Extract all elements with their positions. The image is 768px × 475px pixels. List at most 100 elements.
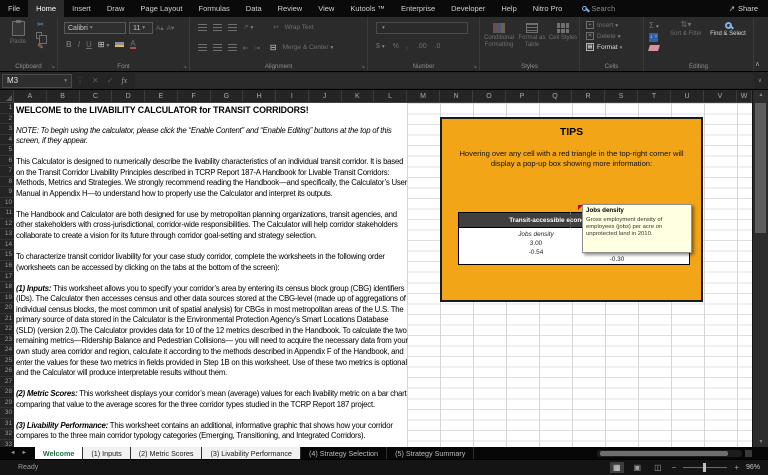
font-dialog-launcher-icon[interactable]: ↘ [183, 64, 187, 70]
row-header-10[interactable]: 10 [0, 198, 14, 209]
row-header-27[interactable]: 27 [0, 377, 14, 388]
column-header-L[interactable]: L [374, 90, 407, 103]
column-header-B[interactable]: B [47, 90, 80, 103]
align-bottom-icon[interactable] [228, 24, 237, 31]
row-header-21[interactable]: 21 [0, 314, 14, 325]
copy-icon[interactable] [36, 32, 42, 39]
percent-style-icon[interactable]: % [393, 43, 399, 50]
ribbon-tab-formulas[interactable]: Formulas [191, 0, 238, 17]
zoom-out-icon[interactable]: − [672, 463, 677, 472]
column-header-F[interactable]: F [178, 90, 211, 103]
row-header-28[interactable]: 28 [0, 387, 14, 398]
ribbon-tab-developer[interactable]: Developer [443, 0, 493, 17]
column-header-S[interactable]: S [605, 90, 638, 103]
row-header-25[interactable]: 25 [0, 356, 14, 367]
font-name-select[interactable]: Calibri [64, 22, 126, 34]
row-header-4[interactable]: 4 [0, 135, 14, 146]
row-header-13[interactable]: 13 [0, 229, 14, 240]
row-header-32[interactable]: 32 [0, 429, 14, 440]
column-header-D[interactable]: D [112, 90, 145, 103]
ribbon-tab-insert[interactable]: Insert [64, 0, 99, 17]
column-header-V[interactable]: V [704, 90, 737, 103]
ribbon-tab-data[interactable]: Data [238, 0, 270, 17]
comma-style-icon[interactable]: , [407, 43, 409, 50]
fill-icon[interactable]: ↓ [649, 33, 658, 42]
borders-icon[interactable]: ⊞ [98, 40, 109, 49]
cut-icon[interactable]: ✂ [37, 20, 44, 29]
cell-styles-button[interactable]: Cell Styles [548, 21, 578, 48]
row-header-18[interactable]: 18 [0, 282, 14, 293]
zoom-slider[interactable] [683, 467, 727, 468]
name-box[interactable]: M3 [2, 74, 72, 88]
autosum-icon[interactable]: Σ [649, 21, 659, 30]
increase-decimal-icon[interactable]: .00 [417, 43, 427, 50]
row-header-7[interactable]: 7 [0, 166, 14, 177]
ribbon-tab-enterprise[interactable]: Enterprise [393, 0, 443, 17]
font-size-select[interactable]: 11 [129, 22, 153, 34]
clipboard-dialog-launcher-icon[interactable]: ↘ [51, 64, 55, 70]
horizontal-scrollbar[interactable] [597, 450, 742, 457]
row-header-30[interactable]: 30 [0, 408, 14, 419]
italic-button[interactable]: I [78, 40, 80, 49]
ribbon-tab-home[interactable]: Home [28, 0, 64, 17]
column-header-C[interactable]: C [80, 90, 113, 103]
row-header-33[interactable]: 33 [0, 440, 14, 447]
align-center-icon[interactable] [213, 44, 222, 51]
sheet-tab-3-livability-performance[interactable]: (3) Livability Performance [202, 447, 301, 459]
merge-center-label[interactable]: Merge & Center [283, 44, 334, 51]
column-header-I[interactable]: I [276, 90, 309, 103]
column-header-U[interactable]: U [671, 90, 704, 103]
column-header-O[interactable]: O [473, 90, 506, 103]
sheet-tab-1-inputs[interactable]: (1) Inputs [83, 447, 130, 459]
formula-bar-expand-icon[interactable]: ∨ [758, 77, 762, 84]
column-header-K[interactable]: K [342, 90, 375, 103]
ribbon-tab-file[interactable]: File [0, 0, 28, 17]
zoom-slider-thumb[interactable] [703, 463, 706, 472]
delete-cells-button[interactable]: ✕ Delete [586, 32, 622, 40]
fill-color-icon[interactable] [115, 42, 124, 47]
collapse-ribbon-icon[interactable]: ∧ [755, 60, 760, 68]
row-header-24[interactable]: 24 [0, 345, 14, 356]
split-handle[interactable] [745, 450, 752, 457]
scroll-up-icon[interactable]: ▲ [753, 92, 768, 98]
column-header-G[interactable]: G [211, 90, 244, 103]
column-header-J[interactable]: J [309, 90, 342, 103]
merge-center-icon[interactable]: ⊟ [270, 43, 277, 52]
decrease-indent-icon[interactable]: ⇤ [243, 44, 248, 52]
alignment-dialog-launcher-icon[interactable]: ↘ [361, 64, 365, 70]
ribbon-tab-help[interactable]: Help [493, 0, 524, 17]
column-header-T[interactable]: T [638, 90, 671, 103]
row-header-9[interactable]: 9 [0, 187, 14, 198]
row-header-26[interactable]: 26 [0, 366, 14, 377]
row-header-22[interactable]: 22 [0, 324, 14, 335]
sheet-nav-left-icon[interactable]: ◄ [10, 450, 15, 456]
column-header-N[interactable]: N [440, 90, 473, 103]
row-header-3[interactable]: 3 [0, 124, 14, 135]
grow-font-icon[interactable]: A▴ [156, 24, 164, 32]
wrap-text-label[interactable]: Wrap Text [285, 24, 314, 31]
horizontal-scrollbar-thumb[interactable] [600, 451, 728, 456]
normal-view-icon[interactable]: ▦ [610, 462, 624, 473]
insert-cells-button[interactable]: + Insert [586, 21, 622, 29]
page-layout-view-icon[interactable]: ▣ [631, 462, 645, 473]
sheet-tab-2-metric-scores[interactable]: (2) Metric Scores [131, 447, 203, 459]
wrap-text-icon[interactable]: ↩ [273, 23, 278, 31]
underline-button[interactable]: U [86, 40, 92, 49]
column-header-H[interactable]: H [243, 90, 276, 103]
row-header-1[interactable]: 1 [0, 103, 14, 114]
insert-function-icon[interactable]: fx [121, 76, 127, 85]
currency-format-icon[interactable]: $ [376, 43, 385, 50]
font-color-icon[interactable]: A [130, 40, 135, 49]
worksheet-grid[interactable]: WELCOME to the LIVABILITY CALCULATOR for… [14, 103, 752, 447]
zoom-level[interactable]: 96% [746, 464, 760, 471]
ribbon-tab-review[interactable]: Review [270, 0, 311, 17]
increase-indent-icon[interactable]: ⇥ [254, 44, 259, 52]
row-header-5[interactable]: 5 [0, 145, 14, 156]
column-header-P[interactable]: P [506, 90, 539, 103]
row-header-23[interactable]: 23 [0, 335, 14, 346]
row-header-20[interactable]: 20 [0, 303, 14, 314]
column-header-M[interactable]: M [407, 90, 440, 103]
ribbon-tab-draw[interactable]: Draw [99, 0, 133, 17]
number-dialog-launcher-icon[interactable]: ↘ [473, 64, 477, 70]
row-header-31[interactable]: 31 [0, 419, 14, 430]
